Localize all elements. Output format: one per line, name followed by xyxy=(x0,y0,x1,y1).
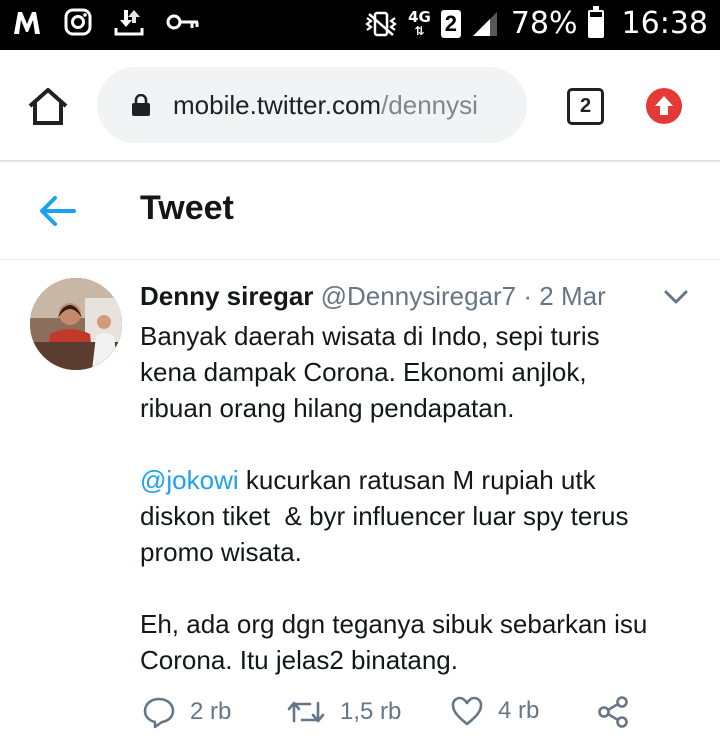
url-path: /dennysi xyxy=(381,90,478,120)
url-bar[interactable]: mobile.twitter.com/dennysi xyxy=(97,67,527,143)
retweet-icon xyxy=(287,701,325,723)
app-icon-m xyxy=(14,12,40,34)
like-button[interactable]: 4 rb xyxy=(450,695,539,727)
url-text[interactable]: mobile.twitter.com/dennysi xyxy=(173,87,478,123)
tweet-line: Banyak daerah wisata di Indo, sepi turis xyxy=(140,321,600,351)
tweet-line-text: kucurkan ratusan M rupiah utk xyxy=(238,465,596,495)
url-fade xyxy=(487,67,527,143)
chevron-down-icon[interactable] xyxy=(662,287,690,307)
like-count: 4 rb xyxy=(498,697,540,724)
network-label: 4G xyxy=(408,7,431,26)
tweet-text: Banyak daerah wisata di Indo, sepi turis… xyxy=(140,318,700,678)
heart-icon xyxy=(451,696,483,726)
tweet-line: promo wisata. xyxy=(140,537,302,567)
tab-switcher-button[interactable]: 2 xyxy=(567,88,604,125)
instagram-icon xyxy=(64,8,92,36)
tweet-line: diskon tiket & byr influencer luar spy t… xyxy=(140,501,629,531)
battery-icon xyxy=(587,5,604,38)
tweet-meta: Denny siregar @Dennysiregar7 · 2 Mar xyxy=(140,280,606,312)
key-icon xyxy=(166,14,199,30)
url-host: mobile.twitter.com xyxy=(173,90,382,120)
battery-percent: 78% xyxy=(510,6,578,41)
update-icon[interactable] xyxy=(646,88,682,124)
status-bar: 4G ⇅ 2 78% 16:38 xyxy=(0,0,720,50)
avatar-photo xyxy=(30,278,122,370)
home-icon[interactable] xyxy=(26,86,70,126)
tweet-line: kena dampak Corona. Ekonomi anjlok, xyxy=(140,357,587,387)
share-button[interactable] xyxy=(596,695,630,729)
clock: 16:38 xyxy=(621,6,708,41)
tweet-line: Eh, ada org dgn teganya sibuk sebarkan i… xyxy=(140,609,648,639)
retweet-count: 1,5 rb xyxy=(340,698,402,725)
back-arrow-icon[interactable] xyxy=(38,193,76,229)
tweet-line: ribuan orang hilang pendapatan. xyxy=(140,393,515,423)
sim-badge: 2 xyxy=(440,9,461,38)
page-header: Tweet xyxy=(0,163,720,260)
data-arrows-icon: ⇅ xyxy=(414,23,425,38)
author-name[interactable]: Denny siregar xyxy=(140,281,313,311)
tweet-line: Corona. Itu jelas2 binatang. xyxy=(140,645,458,675)
mention-link[interactable]: @jokowi xyxy=(140,465,239,495)
meta-separator: · xyxy=(523,281,533,311)
share-icon xyxy=(598,696,628,728)
tweet-line: @jokowi kucurkan ratusan M rupiah utk xyxy=(140,462,700,498)
avatar[interactable] xyxy=(30,278,122,370)
page-title: Tweet xyxy=(140,189,234,227)
browser-toolbar: mobile.twitter.com/dennysi 2 xyxy=(0,50,720,160)
signal-icon xyxy=(472,11,497,36)
tweet-actions: 2 rb 1,5 rb 4 rb xyxy=(140,695,700,735)
download-icon xyxy=(114,10,144,36)
battery-fill xyxy=(589,16,602,36)
retweet-button[interactable]: 1,5 rb xyxy=(286,695,401,729)
tweet-date[interactable]: 2 Mar xyxy=(539,281,605,311)
reply-icon xyxy=(143,697,175,729)
reply-count: 2 rb xyxy=(190,698,232,725)
author-handle[interactable]: @Dennysiregar7 xyxy=(321,281,516,311)
vibrate-icon xyxy=(365,11,397,36)
lock-icon xyxy=(132,94,150,116)
network-indicator: 4G ⇅ xyxy=(408,7,431,38)
reply-button[interactable]: 2 rb xyxy=(142,695,231,729)
